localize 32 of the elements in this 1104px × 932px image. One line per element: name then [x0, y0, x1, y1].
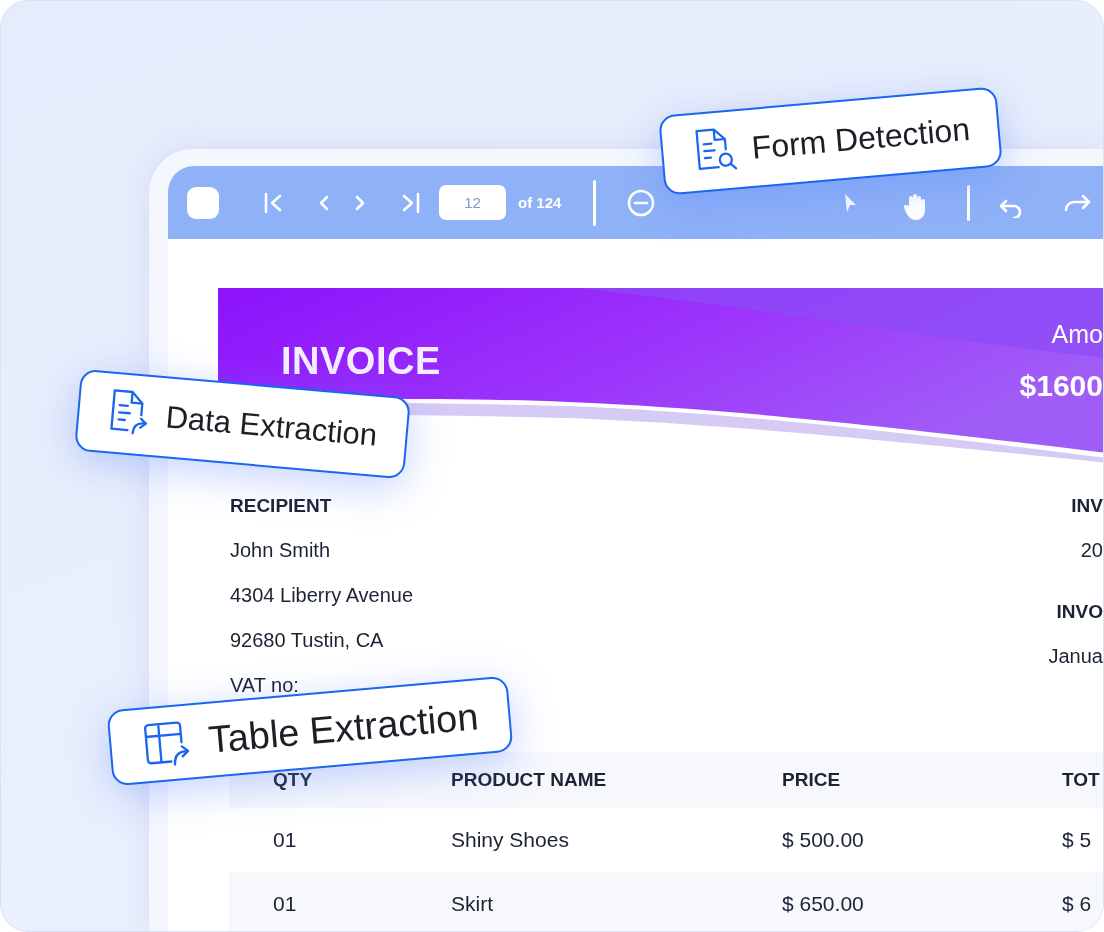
- recipient-detail: John Smith: [230, 538, 332, 563]
- recipient-detail: 92680 Tustin, CA: [230, 628, 385, 653]
- recipient-heading: RECIPIENT: [230, 494, 333, 518]
- feature-label: Data Extraction: [164, 399, 379, 454]
- last-page-icon[interactable]: [401, 191, 421, 214]
- panel-toggle-button[interactable]: [187, 186, 219, 219]
- amount-label: Amo: [1051, 319, 1103, 349]
- recipient-detail: 4304 Liberry Avenue: [230, 583, 414, 608]
- column-header: PRICE: [782, 769, 842, 791]
- invoice-title: INVOICE: [281, 340, 441, 382]
- table-cell-text: $ 5: [1062, 828, 1093, 852]
- page-count: of 124: [518, 194, 562, 211]
- invoice-field-label: INVO: [1056, 600, 1103, 624]
- invoice-field-value: 20: [1080, 538, 1103, 563]
- zoom-out-icon[interactable]: [626, 187, 657, 218]
- column-header: TOT: [1062, 769, 1101, 791]
- table-cell-text: Shiny Shoes: [451, 828, 570, 852]
- table-cell-text: 01: [272, 828, 298, 852]
- feature-label: Form Detection: [750, 110, 972, 167]
- page-number-field[interactable]: 12: [439, 185, 506, 220]
- table-cell-text: 01: [272, 892, 298, 916]
- table-cell-text: $ 6: [1062, 892, 1093, 916]
- redo-icon[interactable]: [1062, 192, 1093, 213]
- amount-value: $1600: [1019, 369, 1103, 403]
- column-header: QTY: [272, 769, 314, 791]
- table-cell-text: $ 650.00: [782, 892, 865, 916]
- invoice-field-label: INV: [1071, 494, 1103, 518]
- column-header: PRODUCT NAME: [451, 769, 608, 791]
- invoice-field-value: Janua: [1048, 644, 1103, 669]
- first-page-icon[interactable]: [263, 191, 283, 214]
- table-cell-text: $ 500.00: [782, 828, 865, 852]
- table-cell-text: Skirt: [451, 892, 494, 916]
